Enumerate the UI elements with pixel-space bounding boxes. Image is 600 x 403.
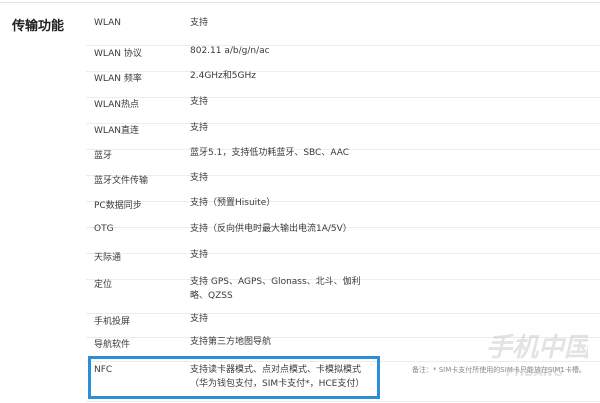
spec-label: 定位 [94,280,113,290]
watermark-line2: PHBANG [506,365,563,379]
spec-label: 导航软件 [94,340,131,350]
spec-value: 支持 [190,314,209,324]
spec-value: 支持 GPS、AGPS、Glonass、北斗、伽利略、QZSS [190,277,361,301]
spec-label: WLAN [94,18,122,28]
spec-label: 蓝牙 [94,151,113,161]
spec-label: WLAN 协议 [94,49,142,59]
spec-label: 蓝牙文件传输 [94,176,149,186]
spec-page: 传输功能 WLAN 支持 WLAN 协议 802.11 a/b/g/n/ac W… [0,0,600,403]
spec-value: 支持（预置Hisuite） [190,198,276,208]
spec-label: PC数据同步 [94,201,142,211]
spec-value: 支持第三方地图导航 [190,337,272,347]
spec-label: OTG [94,224,114,234]
watermark-line1: 手机中国 [486,333,588,363]
spec-row: 定位 支持 GPS、AGPS、Glonass、北斗、伽利略、QZSS [86,277,600,314]
section-title: 传输功能 [12,19,65,34]
spec-value: 支持 [190,97,209,107]
spec-label: WLAN热点 [94,100,140,110]
nfc-highlight-box [88,356,380,399]
spec-value: 支持（反向供电时最大输出电流1A/5V） [190,224,352,234]
spec-value: 支持 [190,250,209,260]
spec-row: WLAN 支持 [86,0,600,46]
spec-label: 天际通 [94,253,122,263]
spec-value: 802.11 a/b/g/n/ac [190,46,270,56]
watermark-logo: 手机中国 PHBANG [486,333,588,379]
spec-value: 支持 [190,123,209,133]
spec-label: WLAN 频率 [94,74,142,84]
spec-label: WLAN直连 [94,126,140,136]
spec-value: 支持 [190,18,209,28]
spec-value: 蓝牙5.1，支持低功耗蓝牙、SBC、AAC [190,148,350,158]
spec-value: 2.4GHz和5GHz [190,71,256,81]
spec-label: 手机投屏 [94,317,131,327]
spec-value: 支持 [190,173,209,183]
